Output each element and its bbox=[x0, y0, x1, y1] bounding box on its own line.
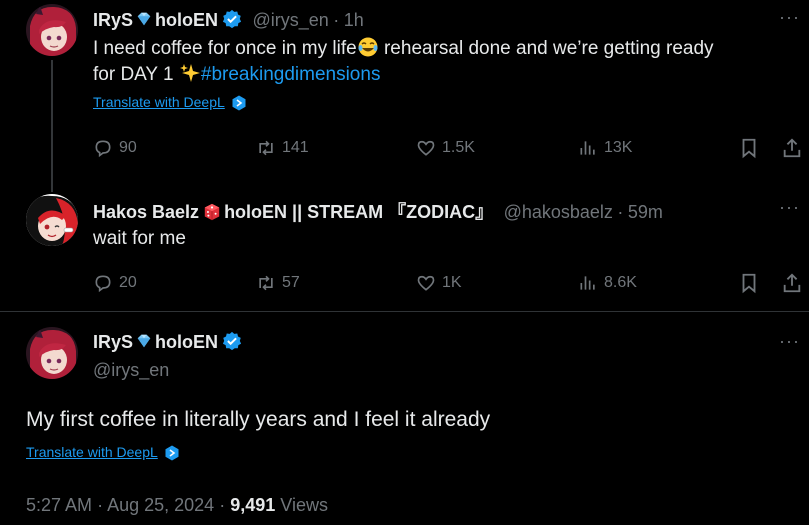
irys-avatar-image bbox=[26, 327, 78, 379]
repost-count: 141 bbox=[282, 139, 309, 156]
irys-avatar-image bbox=[26, 4, 78, 56]
tweet-time[interactable]: 1h bbox=[344, 10, 364, 30]
tears-of-joy-emoji-icon bbox=[357, 36, 379, 58]
share-icon bbox=[783, 138, 801, 158]
like-button[interactable]: 1K bbox=[416, 273, 462, 293]
reply-button[interactable]: 90 bbox=[93, 138, 137, 158]
translate-row: Translate with DeepL bbox=[93, 94, 247, 112]
views-count: 9,491 bbox=[230, 495, 276, 515]
tweet-header: IRyS holoEN @irys_en · 1h bbox=[93, 9, 364, 31]
verified-badge-icon bbox=[222, 331, 242, 351]
like-count: 1K bbox=[442, 274, 462, 291]
like-count: 1.5K bbox=[442, 139, 475, 156]
divider bbox=[0, 311, 809, 312]
separator: · bbox=[97, 495, 104, 515]
hashtag-link[interactable]: #breakingdimensions bbox=[201, 64, 381, 85]
tweet-header: IRyS holoEN bbox=[93, 331, 242, 353]
views-count: 8.6K bbox=[604, 274, 637, 291]
gem-icon bbox=[135, 332, 153, 350]
analytics-icon bbox=[580, 276, 595, 290]
repost-icon bbox=[259, 140, 273, 156]
deepl-icon bbox=[164, 445, 180, 461]
thread-connector bbox=[51, 60, 53, 192]
author-name[interactable]: IRyS holoEN bbox=[93, 332, 218, 352]
separator: · bbox=[219, 495, 226, 515]
author-handle[interactable]: @irys_en bbox=[252, 10, 328, 30]
reply-count: 90 bbox=[119, 139, 137, 156]
heart-icon bbox=[417, 275, 435, 291]
share-icon bbox=[783, 273, 801, 293]
deepl-icon bbox=[231, 95, 247, 111]
baelz-avatar-image bbox=[26, 194, 78, 246]
author-handle[interactable]: @hakosbaelz bbox=[504, 202, 613, 222]
tweet-timestamp[interactable]: 5:27 AM bbox=[26, 495, 92, 515]
translate-row: Translate with DeepL bbox=[26, 444, 180, 462]
avatar[interactable] bbox=[26, 4, 78, 56]
bookmark-button[interactable] bbox=[738, 137, 766, 159]
tweet-time[interactable]: 59m bbox=[628, 202, 663, 222]
tweet-header: Hakos Baelz holoEN || STREAM 『ZODIAC』 @ha… bbox=[93, 198, 663, 224]
tweet-meta: 5:27 AM · Aug 25, 2024 · 9,491 Views bbox=[26, 495, 328, 516]
separator: · bbox=[333, 10, 340, 30]
like-button[interactable]: 1.5K bbox=[416, 138, 475, 158]
dice-icon bbox=[203, 203, 221, 221]
bookmark-icon bbox=[742, 138, 756, 159]
bookmark-icon bbox=[742, 273, 756, 294]
share-button[interactable] bbox=[781, 137, 809, 159]
reply-count: 20 bbox=[119, 274, 137, 291]
repost-button[interactable]: 57 bbox=[256, 273, 300, 293]
avatar[interactable] bbox=[26, 194, 78, 246]
repost-button[interactable]: 141 bbox=[256, 138, 309, 158]
author-name[interactable]: Hakos Baelz holoEN || STREAM 『ZODIAC』 bbox=[93, 202, 493, 222]
translate-link[interactable]: Translate with DeepL bbox=[93, 94, 225, 110]
reply-icon bbox=[95, 275, 111, 293]
tweet-text: I need coffee for once in my life rehear… bbox=[93, 36, 714, 85]
tweet-text: wait for me bbox=[93, 228, 186, 249]
separator: · bbox=[617, 202, 624, 222]
more-options-button[interactable]: ··· bbox=[779, 331, 800, 352]
views-button[interactable]: 8.6K bbox=[578, 273, 637, 293]
analytics-icon bbox=[580, 141, 595, 155]
sparkles-emoji-icon bbox=[179, 62, 201, 84]
author-handle[interactable]: @irys_en bbox=[93, 360, 169, 381]
translate-link[interactable]: Translate with DeepL bbox=[26, 444, 158, 460]
repost-count: 57 bbox=[282, 274, 300, 291]
reply-button[interactable]: 20 bbox=[93, 273, 137, 293]
gem-icon bbox=[135, 10, 153, 28]
heart-icon bbox=[417, 140, 435, 156]
avatar[interactable] bbox=[26, 327, 78, 379]
author-name[interactable]: IRyS holoEN bbox=[93, 10, 218, 30]
share-button[interactable] bbox=[781, 272, 809, 294]
reply-icon bbox=[95, 140, 111, 158]
more-options-button[interactable]: ··· bbox=[779, 7, 800, 28]
verified-badge-icon bbox=[222, 9, 242, 29]
bookmark-button[interactable] bbox=[738, 272, 766, 294]
views-label: Views bbox=[280, 495, 328, 515]
more-options-button[interactable]: ··· bbox=[779, 197, 800, 218]
tweet-date[interactable]: Aug 25, 2024 bbox=[107, 495, 214, 515]
main-tweet-text: My first coffee in literally years and I… bbox=[26, 408, 491, 431]
views-button[interactable]: 13K bbox=[578, 138, 632, 158]
repost-icon bbox=[259, 275, 273, 291]
views-count: 13K bbox=[604, 139, 633, 156]
